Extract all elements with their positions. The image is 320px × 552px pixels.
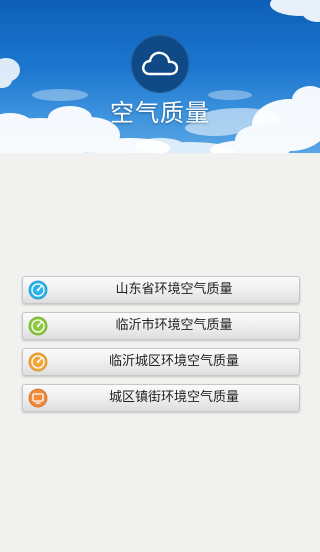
menu-item-label: 临沂市环境空气质量 <box>115 318 233 333</box>
menu-list: 山东省环境空气质量 临沂市环境空气质量 临沂城区环境空气质量 城区镇街环境空气质… <box>22 276 300 420</box>
menu-item-shandong-province[interactable]: 山东省环境空气质量 <box>22 276 300 304</box>
cloud-icon <box>142 51 179 76</box>
menu-item-linyi-city[interactable]: 临沂市环境空气质量 <box>22 312 300 340</box>
app-title: 空气质量 <box>110 99 210 127</box>
gauge-icon <box>28 316 48 336</box>
app-logo <box>131 35 189 93</box>
gauge-icon <box>28 280 48 300</box>
gauge-icon <box>28 352 48 372</box>
menu-item-label: 山东省环境空气质量 <box>115 282 233 297</box>
screen-icon <box>28 388 48 408</box>
header-banner: 空气质量 <box>0 0 320 153</box>
menu-item-label: 城区镇街环境空气质量 <box>108 390 239 405</box>
menu-item-label: 临沂城区环境空气质量 <box>108 354 239 369</box>
menu-item-linyi-urban[interactable]: 临沂城区环境空气质量 <box>22 348 300 376</box>
menu-item-urban-towns[interactable]: 城区镇街环境空气质量 <box>22 384 300 412</box>
